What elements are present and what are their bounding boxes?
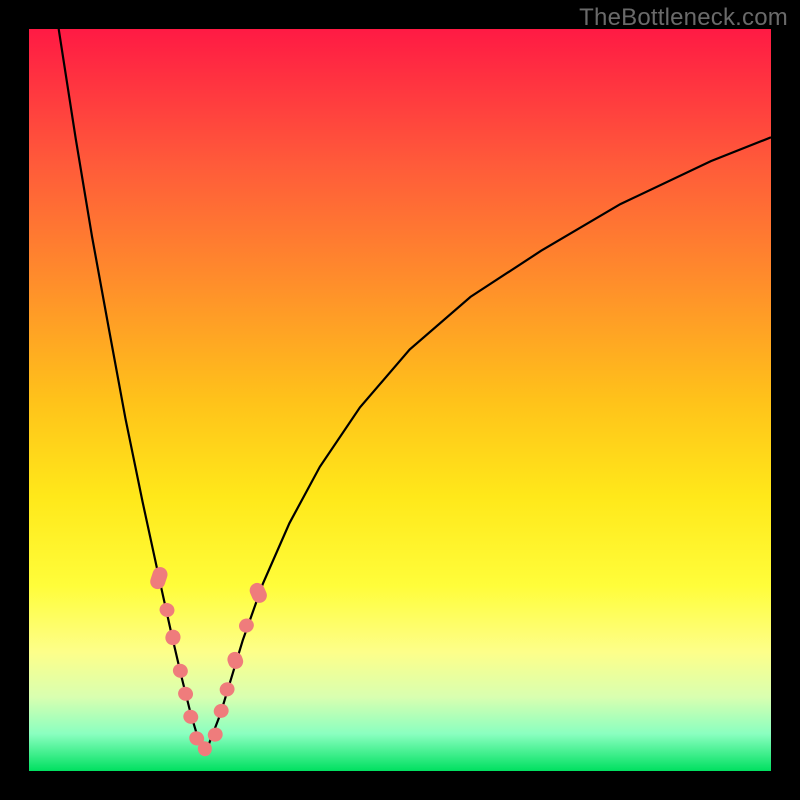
data-marker (212, 702, 231, 720)
curve-left-branch (59, 29, 201, 749)
data-marker (225, 650, 245, 671)
data-marker (181, 708, 200, 726)
data-marker (148, 565, 169, 591)
data-marker (218, 680, 237, 698)
data-marker (158, 601, 177, 619)
data-marker (247, 581, 269, 606)
chart-svg (29, 29, 771, 771)
data-marker (237, 616, 256, 635)
curve-right-branch (207, 137, 771, 748)
data-marker (206, 726, 225, 744)
data-marker (176, 685, 195, 703)
data-marker (163, 628, 182, 647)
watermark-text: TheBottleneck.com (579, 4, 788, 32)
chart-plot-area (29, 29, 771, 771)
data-marker (171, 662, 190, 680)
marker-group (148, 565, 269, 757)
